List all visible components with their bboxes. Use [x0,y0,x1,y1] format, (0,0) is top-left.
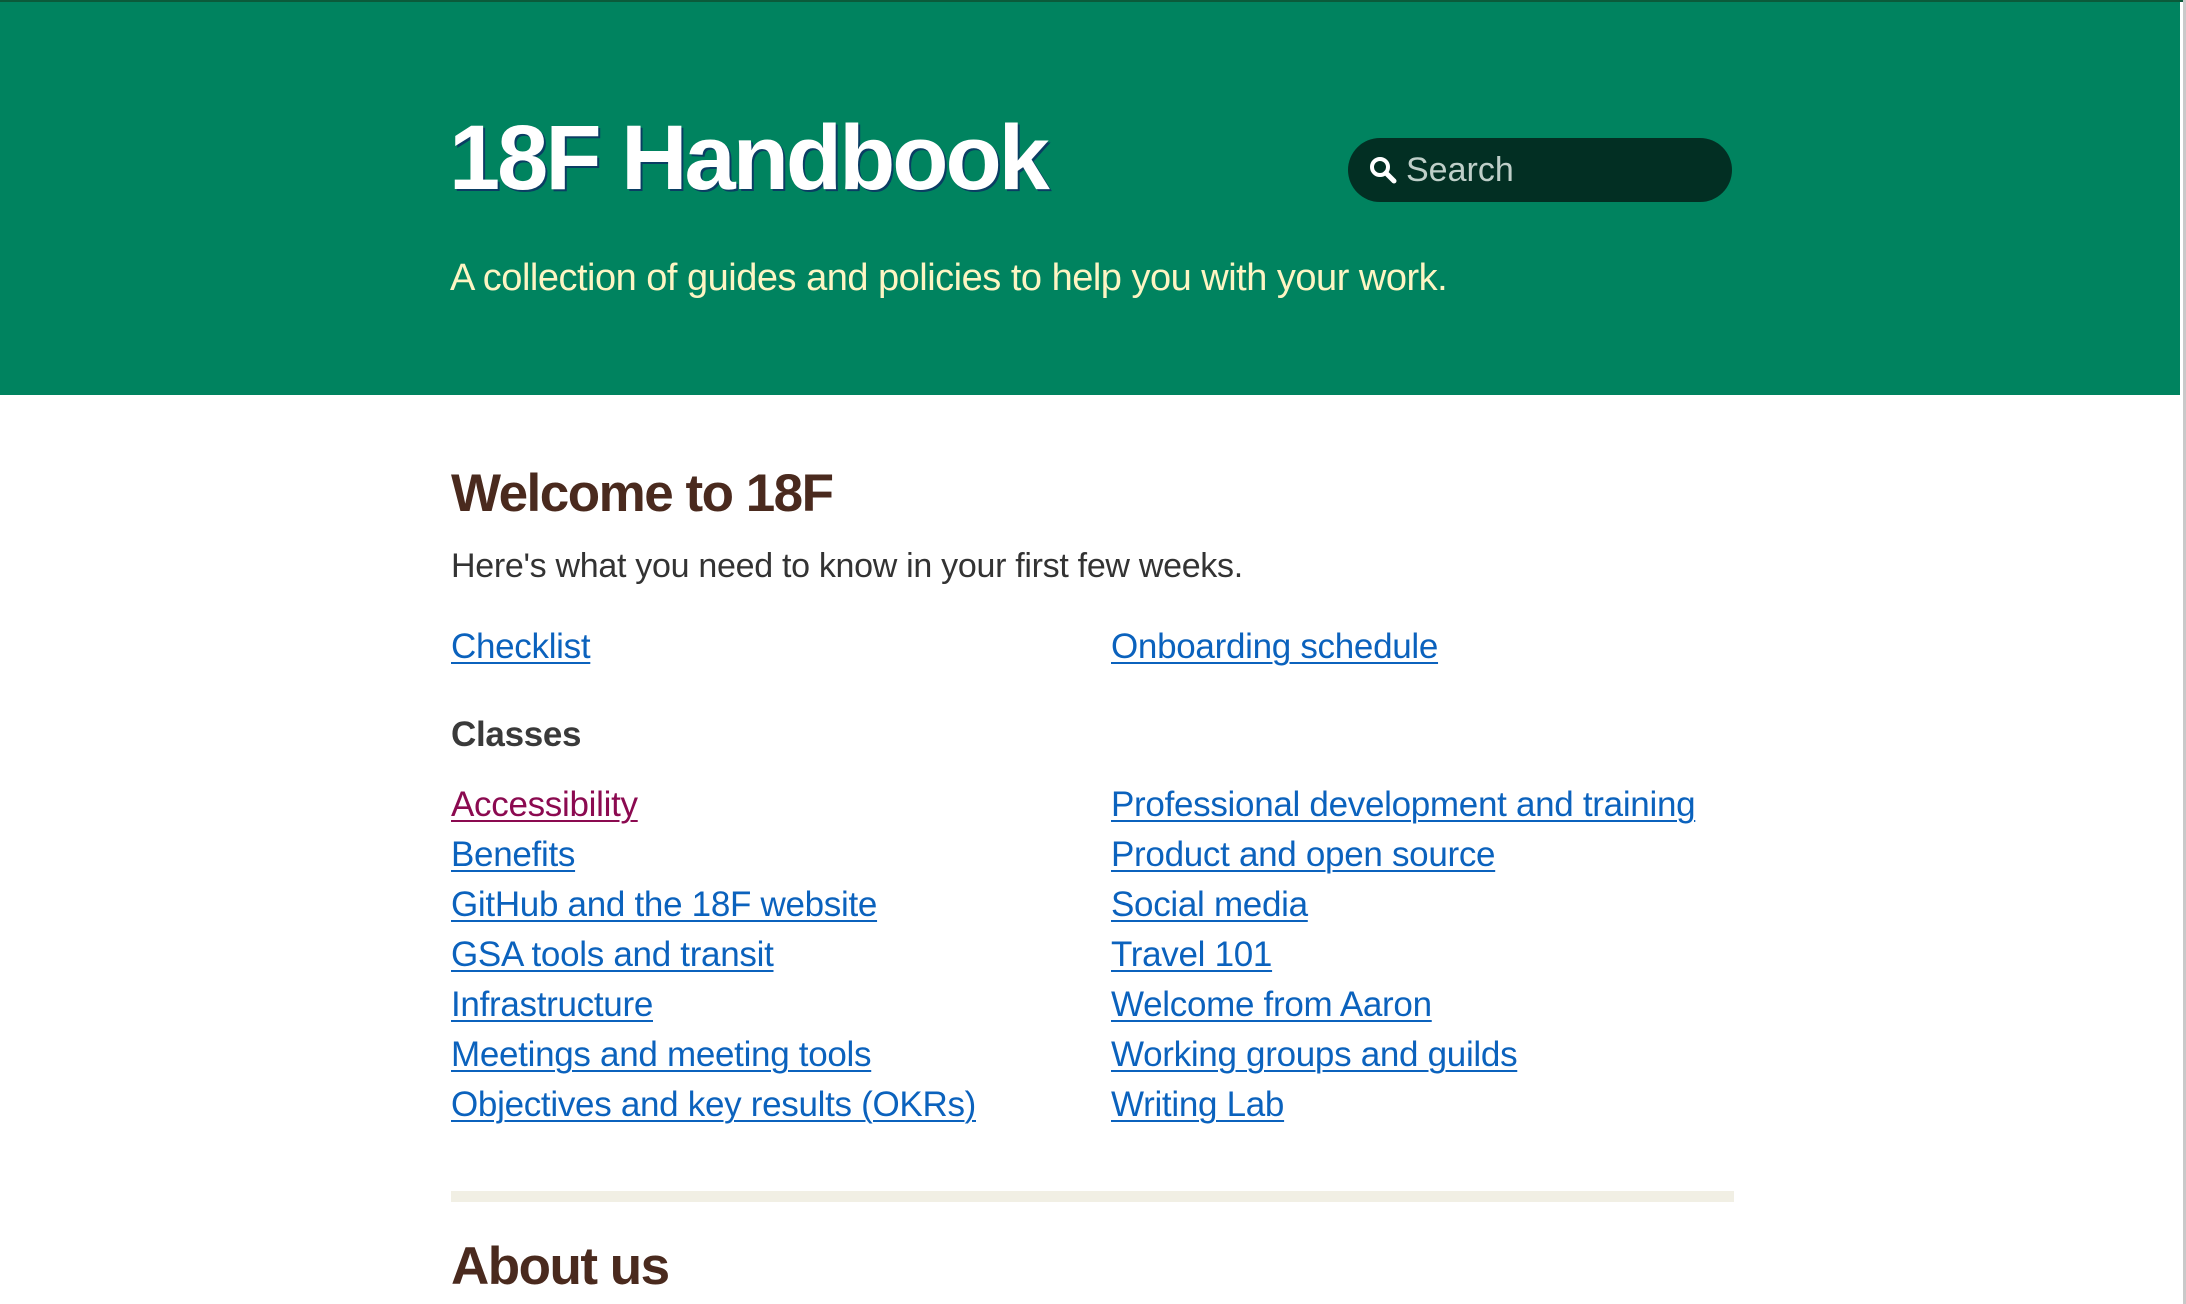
class-link-welcome-aaron[interactable]: Welcome from Aaron [1111,985,1432,1024]
page: 18F Handbook A collection of guides and … [0,0,2186,1304]
list-item: Working groups and guilds [1111,1030,1695,1080]
search-input[interactable] [1406,150,1706,190]
search-box[interactable] [1348,138,1732,202]
about-heading: About us [451,1237,670,1296]
class-link-gsa-tools[interactable]: GSA tools and transit [451,935,774,974]
section-divider [451,1191,1734,1202]
classes-heading: Classes [451,715,582,754]
class-link-github[interactable]: GitHub and the 18F website [451,885,877,924]
class-link-working-groups[interactable]: Working groups and guilds [1111,1035,1518,1074]
list-item: Infrastructure [451,980,976,1030]
site-tagline: A collection of guides and policies to h… [450,257,1448,299]
welcome-intro: Here's what you need to know in your fir… [451,547,1243,585]
search-icon [1368,155,1398,185]
class-link-infrastructure[interactable]: Infrastructure [451,985,653,1024]
class-link-product-open-source[interactable]: Product and open source [1111,835,1496,874]
list-item: Welcome from Aaron [1111,980,1695,1030]
site-header: 18F Handbook A collection of guides and … [0,2,2180,395]
welcome-heading: Welcome to 18F [451,464,834,523]
list-item: Travel 101 [1111,930,1695,980]
class-link-social-media[interactable]: Social media [1111,885,1308,924]
list-item: Accessibility [451,780,976,830]
class-link-meetings[interactable]: Meetings and meeting tools [451,1035,872,1074]
class-link-okrs[interactable]: Objectives and key results (OKRs) [451,1085,976,1124]
list-item: Benefits [451,830,976,880]
class-link-professional-development[interactable]: Professional development and training [1111,785,1696,824]
class-link-benefits[interactable]: Benefits [451,835,575,874]
class-link-writing-lab[interactable]: Writing Lab [1111,1085,1284,1124]
checklist-link[interactable]: Checklist [451,627,591,667]
onboarding-schedule-link[interactable]: Onboarding schedule [1111,627,1438,667]
list-item: GSA tools and transit [451,930,976,980]
list-item: GitHub and the 18F website [451,880,976,930]
list-item: Objectives and key results (OKRs) [451,1080,976,1130]
list-item: Writing Lab [1111,1080,1695,1130]
welcome-links: Checklist Onboarding schedule [451,627,1734,677]
classes-list-left: Accessibility Benefits GitHub and the 18… [451,780,976,1130]
class-link-accessibility[interactable]: Accessibility [451,785,638,824]
main-content: Welcome to 18F Here's what you need to k… [451,395,1734,1304]
site-title[interactable]: 18F Handbook [449,112,1050,204]
list-item: Social media [1111,880,1695,930]
class-link-travel[interactable]: Travel 101 [1111,935,1272,974]
list-item: Meetings and meeting tools [451,1030,976,1080]
header-inner: 18F Handbook A collection of guides and … [449,2,1732,395]
classes-list-right: Professional development and training Pr… [1111,780,1696,1130]
list-item: Professional development and training [1111,780,1696,830]
list-item: Product and open source [1111,830,1695,880]
